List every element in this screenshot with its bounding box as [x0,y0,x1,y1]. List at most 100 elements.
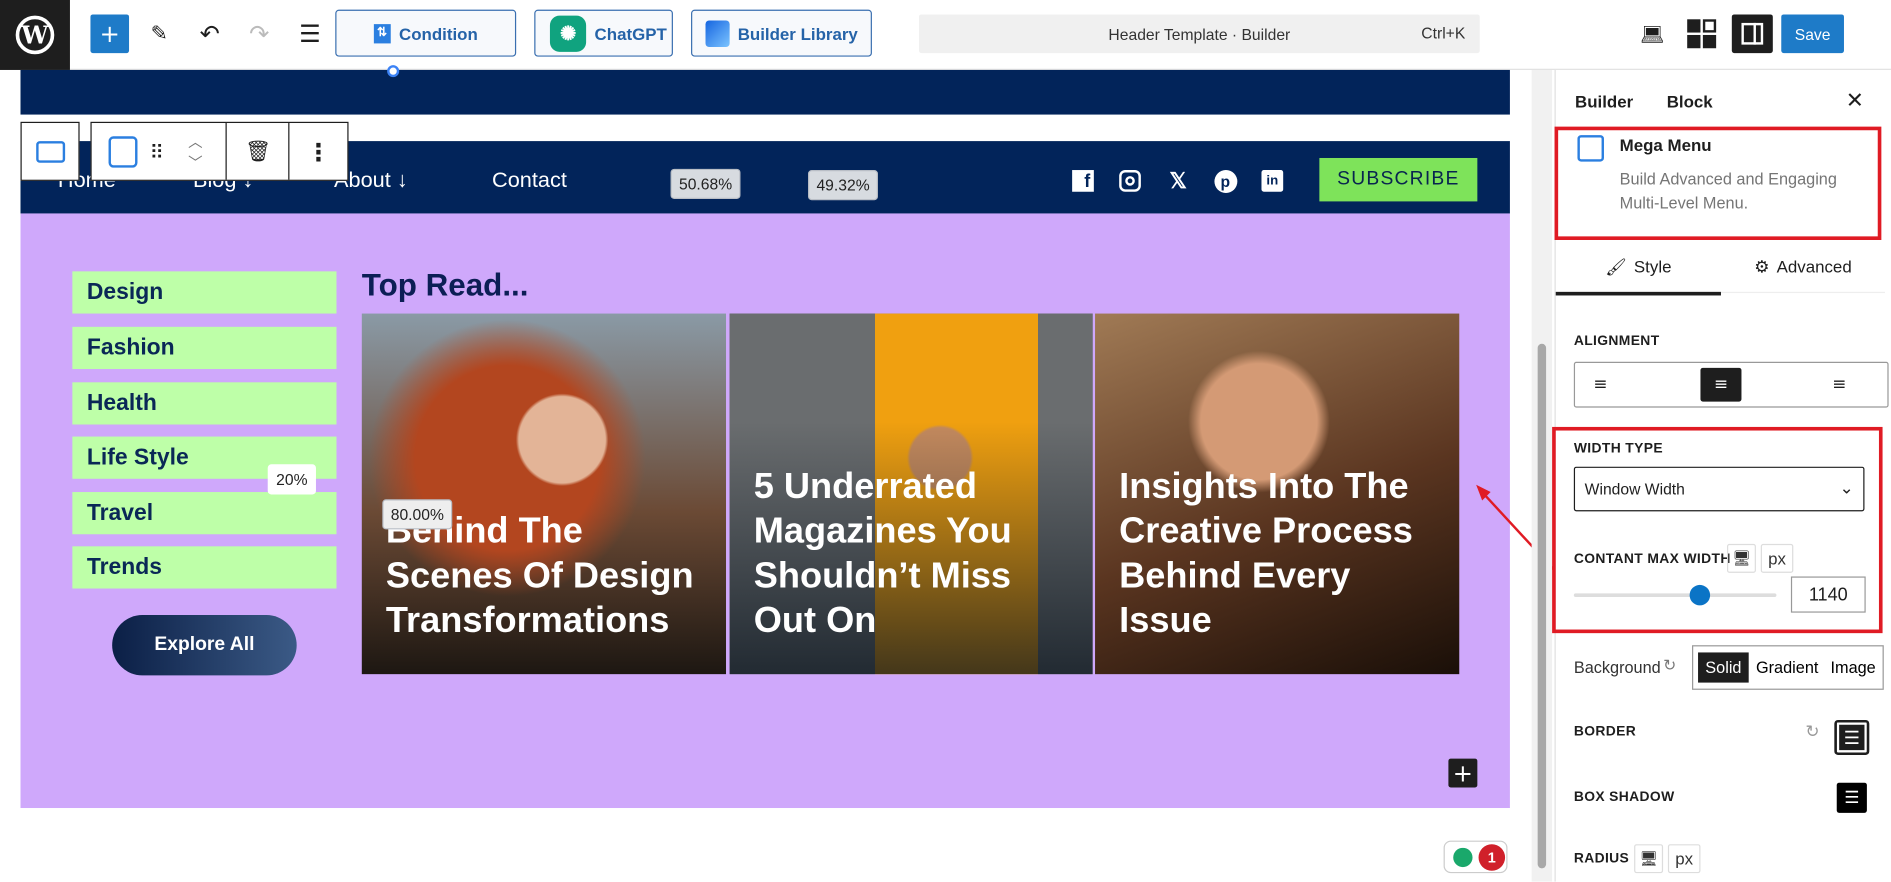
redo-icon[interactable]: ↷ [245,14,274,53]
canvas-scrollbar[interactable] [1531,69,1553,882]
border-settings-icon[interactable]: ☰ [1834,719,1870,755]
shortcut-hint: Ctrl+K [1421,24,1466,43]
mega-menu-icon [1577,135,1604,162]
block-type-button[interactable] [20,121,80,181]
desktop-icon[interactable]: 🖥︎ [1726,543,1756,573]
blocks-icon[interactable] [1687,19,1717,49]
category-item[interactable]: Health [72,382,337,425]
nav-item-contact[interactable]: Contact [492,168,567,193]
block-toolbar: ⠿ ︿ ﹀ 🗑︎ ⋮ [90,121,349,181]
desktop-icon[interactable]: 🖥︎ [1634,844,1664,874]
bg-option-gradient[interactable]: Gradient [1749,652,1826,682]
mega-menu-icon[interactable] [108,136,138,168]
category-item[interactable]: Travel [72,492,337,535]
builder-library-label: Builder Library [737,23,858,43]
more-options-icon[interactable]: ⋮ [306,137,330,166]
article-card[interactable]: Behind The Scenes Of Design Transformati… [361,313,727,675]
advanced-tab-label: Advanced [1776,256,1852,277]
category-item[interactable]: Fashion [72,326,337,370]
article-card[interactable]: 5 Underrated Magazines You Shouldn’t Mis… [729,313,1093,675]
unit-selector[interactable]: px [1760,543,1794,573]
reset-icon[interactable]: ↻ [1805,722,1819,741]
library-icon [705,19,730,47]
box-shadow-label: BOX SHADOW [1573,789,1675,805]
trash-icon[interactable]: 🗑︎ [244,137,273,166]
undo-icon[interactable]: ↶ [195,14,224,53]
tab-advanced[interactable]: ⚙ Advanced [1720,241,1885,294]
subscribe-button[interactable]: SUBSCRIBE [1319,157,1478,202]
style-tab-label: Style [1633,256,1672,277]
resize-handle[interactable] [387,65,400,78]
max-width-input[interactable]: 1140 [1790,576,1866,613]
tab-style[interactable]: 🖌︎ Style [1555,241,1721,296]
column-width-badge: 50.68% [670,168,741,199]
bg-option-image[interactable]: Image [1826,652,1881,682]
article-card[interactable]: Insights Into The Creative Process Behin… [1095,313,1460,675]
alignment-control: ≡ ≡ ≡ [1573,361,1889,408]
block-description: Build Advanced and Engaging Multi-Level … [1619,170,1837,213]
notification-count: 1 [1478,844,1506,871]
add-block-icon[interactable]: + [1448,758,1478,788]
brush-icon: 🖌︎ [1605,256,1627,276]
bg-option-solid[interactable]: Solid [1698,652,1749,683]
chatgpt-label: ChatGPT [594,23,667,43]
divider [225,123,227,180]
reset-icon[interactable]: ↻ [1663,657,1676,675]
alignment-label: ALIGNMENT [1573,334,1660,349]
width-type-select[interactable]: Window Width ⌄ [1573,466,1865,512]
border-label: BORDER [1573,724,1637,740]
align-right-icon[interactable]: ≡ [1826,371,1853,398]
condition-label: Condition [398,23,478,43]
chatgpt-button[interactable]: ✺ ChatGPT [534,9,673,57]
category-item[interactable]: Trends [72,546,337,589]
tab-builder[interactable]: Builder [1575,92,1633,111]
column-width-badge: 80.00% [382,499,453,530]
background-label: Background [1573,658,1661,677]
article-title: Insights Into The Creative Process Behin… [1119,466,1413,641]
radius-label: RADIUS [1573,851,1630,866]
category-item[interactable]: Design [72,271,337,314]
facebook-icon[interactable]: f [1071,169,1095,193]
instagram-icon[interactable] [1118,169,1142,193]
condition-button[interactable]: ⇅ Condition [335,9,517,57]
close-icon[interactable]: ✕ [1843,87,1867,114]
box-shadow-settings-icon[interactable]: ☰ [1836,782,1867,813]
column-width-badge: 20% [267,464,317,495]
explore-all-button[interactable]: Explore All [112,615,297,676]
command-search[interactable]: Header Template · Builder Ctrl+K [918,14,1480,54]
builder-library-button[interactable]: Builder Library [691,9,872,57]
add-block-button[interactable]: + [90,14,130,54]
divider [288,123,290,180]
laptop-preview-icon[interactable]: 💻︎ [1638,14,1667,53]
block-name: Mega Menu [1619,135,1712,155]
pinterest-icon[interactable]: p [1213,169,1237,193]
gear-icon: ⚙ [1754,256,1770,276]
align-left-icon[interactable]: ≡ [1587,371,1614,398]
chevron-down-icon: ⌄ [1839,477,1854,497]
tab-block[interactable]: Block [1667,92,1713,111]
article-title: 5 Underrated Magazines You Shouldn’t Mis… [753,466,1012,641]
chatgpt-icon: ✺ [549,15,587,52]
pen-tool-icon[interactable]: ✎ [145,14,174,53]
width-type-label: WIDTH TYPE [1573,441,1663,456]
align-center-icon[interactable]: ≡ [1700,367,1742,402]
x-icon[interactable]: 𝕏 [1166,168,1190,193]
wordpress-logo[interactable]: W [0,0,70,70]
notification-widget[interactable]: 1 [1443,840,1508,874]
column-width-badge: 49.32% [808,170,879,201]
drag-handle-icon[interactable]: ⠿ [147,137,166,166]
bulb-icon [1453,847,1473,868]
settings-sidebar-toggle[interactable] [1731,14,1773,54]
list-view-icon[interactable]: ☰ [295,14,324,53]
linkedin-icon[interactable]: in [1260,169,1284,193]
move-up-down-icon[interactable]: ︿ ﹀ [183,130,207,173]
radius-unit-selector[interactable]: px [1667,844,1701,874]
max-width-slider[interactable] [1573,584,1777,606]
save-button[interactable]: Save [1781,14,1844,54]
width-type-value: Window Width [1584,479,1685,499]
document-title: Header Template · Builder [1108,24,1291,43]
condition-icon: ⇅ [373,23,391,43]
max-width-label: CONTANT MAX WIDTH [1573,552,1731,567]
top-read-heading: Top Read... [361,266,529,303]
scrollbar-thumb[interactable] [1537,343,1547,869]
